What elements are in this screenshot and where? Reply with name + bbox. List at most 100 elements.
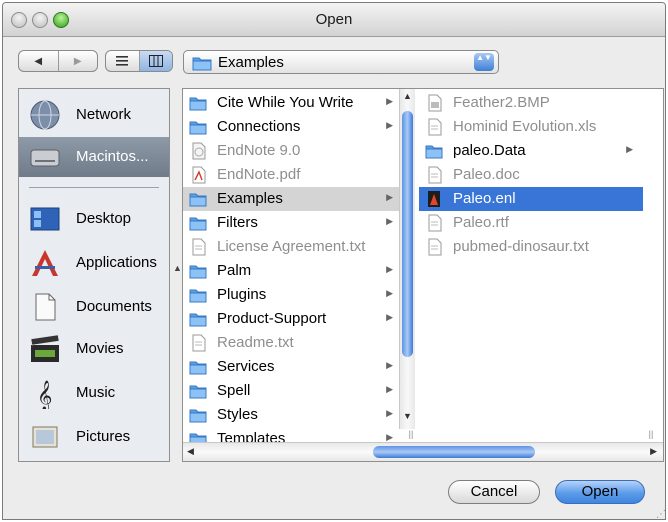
column-resize-grip[interactable]: ||: [643, 429, 659, 442]
disclosure-arrow-icon: ▶: [386, 288, 393, 298]
window-title: Open: [315, 11, 353, 28]
sidebar-item-music[interactable]: 𝄞 Music: [19, 373, 169, 413]
item-name: EndNote.pdf: [217, 166, 301, 183]
forward-arrow-icon: ▶: [73, 55, 82, 67]
disclosure-arrow-icon: ▶: [386, 264, 393, 274]
column-resize-grip[interactable]: ||: [403, 429, 419, 442]
file-item[interactable]: Readme.txt: [183, 331, 415, 355]
column-1-scrollbar[interactable]: ▲ ▼: [399, 89, 415, 429]
sidebar: Network Macintos... Desktop Applications…: [18, 88, 170, 462]
browser-column-2: Feather2.BMP Hominid Evolution.xls paleo.D…: [419, 89, 643, 442]
scroll-down-arrow-icon[interactable]: ▼: [403, 411, 412, 421]
browser-column-1: Cite While You Write ▶ Connections ▶ EndNote…: [183, 89, 415, 442]
item-name: Connections: [217, 118, 301, 135]
folder-item[interactable]: paleo.Data ▶: [419, 139, 643, 163]
back-arrow-icon: ◀: [34, 55, 43, 67]
sidebar-item-pictures[interactable]: Pictures: [19, 417, 169, 457]
folder-icon: [189, 313, 207, 327]
folder-item[interactable]: Styles ▶: [183, 403, 415, 427]
file-item[interactable]: License Agreement.txt: [183, 235, 415, 259]
scroll-right-arrow-icon[interactable]: ▶: [650, 446, 657, 457]
item-name: Palm: [217, 262, 252, 279]
folder-item[interactable]: Services ▶: [183, 355, 415, 379]
file-item[interactable]: Hominid Evolution.xls: [419, 115, 643, 139]
item-name: pubmed-dinosaur.txt: [453, 238, 589, 255]
folder-icon: [189, 193, 207, 207]
item-name: Services: [217, 358, 275, 375]
horizontal-scrollbar[interactable]: ◀ ▶: [183, 442, 663, 461]
disclosure-arrow-icon: ▶: [386, 120, 393, 130]
pictures-icon: [32, 426, 58, 448]
item-name: EndNote 9.0: [217, 142, 301, 159]
file-item[interactable]: Paleo.doc: [419, 163, 643, 187]
list-view-icon: [116, 56, 129, 66]
location-popup[interactable]: Examples ▲▼: [183, 50, 499, 74]
sidebar-item-applications[interactable]: Applications: [19, 243, 169, 283]
item-name: Filters: [217, 214, 258, 231]
file-item[interactable]: Paleo.enl: [419, 187, 643, 211]
music-icon: 𝄞: [37, 380, 52, 409]
file-item[interactable]: EndNote 9.0: [183, 139, 415, 163]
sidebar-item-network[interactable]: Network: [19, 95, 169, 135]
folder-item[interactable]: Palm ▶: [183, 259, 415, 283]
file-item[interactable]: Paleo.rtf: [419, 211, 643, 235]
applications-icon: [32, 250, 58, 276]
list-view-button[interactable]: [106, 51, 139, 71]
item-name: Styles: [217, 406, 258, 423]
item-name: Paleo.enl: [453, 190, 516, 207]
disclosure-arrow-icon: ▶: [386, 408, 393, 418]
open-button[interactable]: Open: [555, 480, 645, 504]
item-name: Templates: [217, 430, 286, 442]
sidebar-item-movies[interactable]: Movies: [19, 329, 169, 369]
sidebar-item-label: Desktop: [76, 210, 132, 227]
view-mode-control: [105, 50, 173, 72]
column-view-button[interactable]: [138, 51, 172, 71]
scroll-thumb[interactable]: [402, 111, 413, 357]
sidebar-item-desktop[interactable]: Desktop: [19, 199, 169, 239]
desktop-icon: [30, 207, 60, 231]
sidebar-item-macintosh-hd[interactable]: Macintos...: [19, 137, 169, 177]
folder-item[interactable]: Filters ▶: [183, 211, 415, 235]
scroll-left-arrow-icon[interactable]: ◀: [187, 446, 194, 457]
file-item[interactable]: EndNote.pdf: [183, 163, 415, 187]
folder-item[interactable]: Spell ▶: [183, 379, 415, 403]
item-name: Product-Support: [217, 310, 327, 327]
folder-icon: [189, 361, 207, 375]
file-item[interactable]: Feather2.BMP: [419, 91, 643, 115]
folder-item[interactable]: Connections ▶: [183, 115, 415, 139]
folder-item[interactable]: Templates ▶: [183, 427, 415, 442]
item-name: Paleo.rtf: [453, 214, 509, 231]
sidebar-item-documents[interactable]: Documents: [19, 287, 169, 327]
disclosure-arrow-icon: ▶: [386, 216, 393, 226]
endnote-library-icon: [428, 191, 440, 207]
item-name: Cite While You Write: [217, 94, 354, 111]
document-icon: [192, 334, 206, 352]
file-item[interactable]: pubmed-dinosaur.txt: [419, 235, 643, 259]
folder-icon: [192, 57, 212, 71]
splitter-handle-icon: ▲: [173, 263, 182, 273]
folder-item[interactable]: Examples ▶: [183, 187, 415, 211]
document-icon: [428, 166, 442, 184]
title-bar[interactable]: Open: [3, 3, 665, 37]
folder-item[interactable]: Cite While You Write ▶: [183, 91, 415, 115]
item-name: Readme.txt: [217, 334, 294, 351]
folder-item[interactable]: Plugins ▶: [183, 283, 415, 307]
scroll-up-arrow-icon[interactable]: ▲: [403, 91, 412, 101]
back-button[interactable]: ◀: [19, 51, 58, 71]
item-name: paleo.Data: [453, 142, 526, 159]
cancel-button[interactable]: Cancel: [448, 480, 540, 504]
disclosure-arrow-icon: ▶: [386, 312, 393, 322]
document-icon: [428, 94, 442, 112]
item-name: License Agreement.txt: [217, 238, 366, 255]
folder-icon: [189, 289, 207, 303]
popup-arrows-icon: ▲▼: [474, 53, 494, 71]
folder-icon: [189, 385, 207, 399]
item-name: Examples: [217, 190, 283, 207]
folder-item[interactable]: Product-Support ▶: [183, 307, 415, 331]
scroll-thumb[interactable]: [373, 446, 535, 458]
resize-grip-icon[interactable]: ⋰: [656, 509, 666, 520]
sidebar-splitter[interactable]: ▲: [172, 88, 182, 462]
forward-button[interactable]: ▶: [57, 51, 98, 71]
svg-text:𝄞: 𝄞: [37, 380, 52, 409]
item-name: Spell: [217, 382, 251, 399]
